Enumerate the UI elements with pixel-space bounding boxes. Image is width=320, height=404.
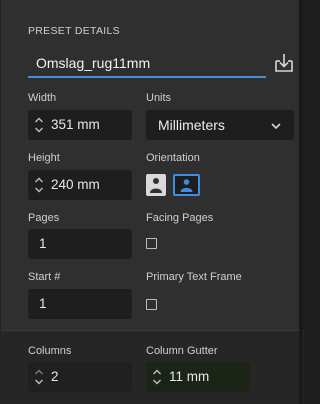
chevron-down-icon (270, 119, 282, 131)
scrollbar[interactable] (299, 0, 303, 404)
start-label: Start # (28, 271, 61, 283)
column-gutter-value[interactable]: 11 mm (169, 369, 209, 384)
units-label: Units (146, 92, 172, 104)
portrait-icon (150, 178, 162, 193)
height-stepper-icon[interactable] (33, 174, 45, 196)
facing-pages-checkbox[interactable] (146, 238, 157, 249)
orientation-landscape-button[interactable] (173, 174, 200, 196)
orientation-label: Orientation (146, 152, 200, 164)
start-field[interactable]: 1 (28, 289, 132, 319)
facing-pages-label: Facing Pages (146, 212, 214, 224)
pages-label: Pages (28, 212, 60, 224)
column-gutter-label: Column Gutter (146, 345, 218, 357)
column-gutter-field[interactable]: 11 mm (146, 362, 250, 392)
orientation-portrait-button[interactable] (146, 174, 166, 196)
height-value[interactable]: 240 mm (51, 177, 100, 192)
landscape-icon (180, 179, 193, 192)
pages-field[interactable]: 1 (28, 229, 132, 259)
column-gutter-stepper-icon[interactable] (151, 366, 163, 388)
columns-label: Columns (28, 345, 72, 357)
width-value[interactable]: 351 mm (51, 117, 100, 132)
units-selected: Millimeters (158, 117, 225, 133)
height-label: Height (28, 152, 60, 164)
width-label: Width (28, 92, 57, 104)
columns-field[interactable]: 2 (28, 362, 132, 392)
height-field[interactable]: 240 mm (28, 170, 132, 200)
width-field[interactable]: 351 mm (28, 110, 132, 140)
width-stepper-icon[interactable] (33, 114, 45, 136)
preset-details-panel: PRESET DETAILS Width 351 mm Units Millim… (0, 0, 304, 404)
units-dropdown[interactable]: Millimeters (146, 110, 294, 140)
save-preset-icon[interactable] (273, 52, 295, 74)
primary-text-frame-label: Primary Text Frame (146, 271, 242, 283)
section-title: PRESET DETAILS (28, 25, 120, 37)
columns-stepper-icon[interactable] (33, 366, 45, 388)
pages-value[interactable]: 1 (39, 236, 47, 251)
columns-value[interactable]: 2 (51, 369, 59, 384)
columns-section: Columns 2 Column Gutter 11 mm (1, 331, 304, 404)
start-value[interactable]: 1 (39, 296, 47, 311)
primary-text-frame-checkbox[interactable] (146, 299, 157, 310)
preset-name-input[interactable] (28, 49, 266, 78)
